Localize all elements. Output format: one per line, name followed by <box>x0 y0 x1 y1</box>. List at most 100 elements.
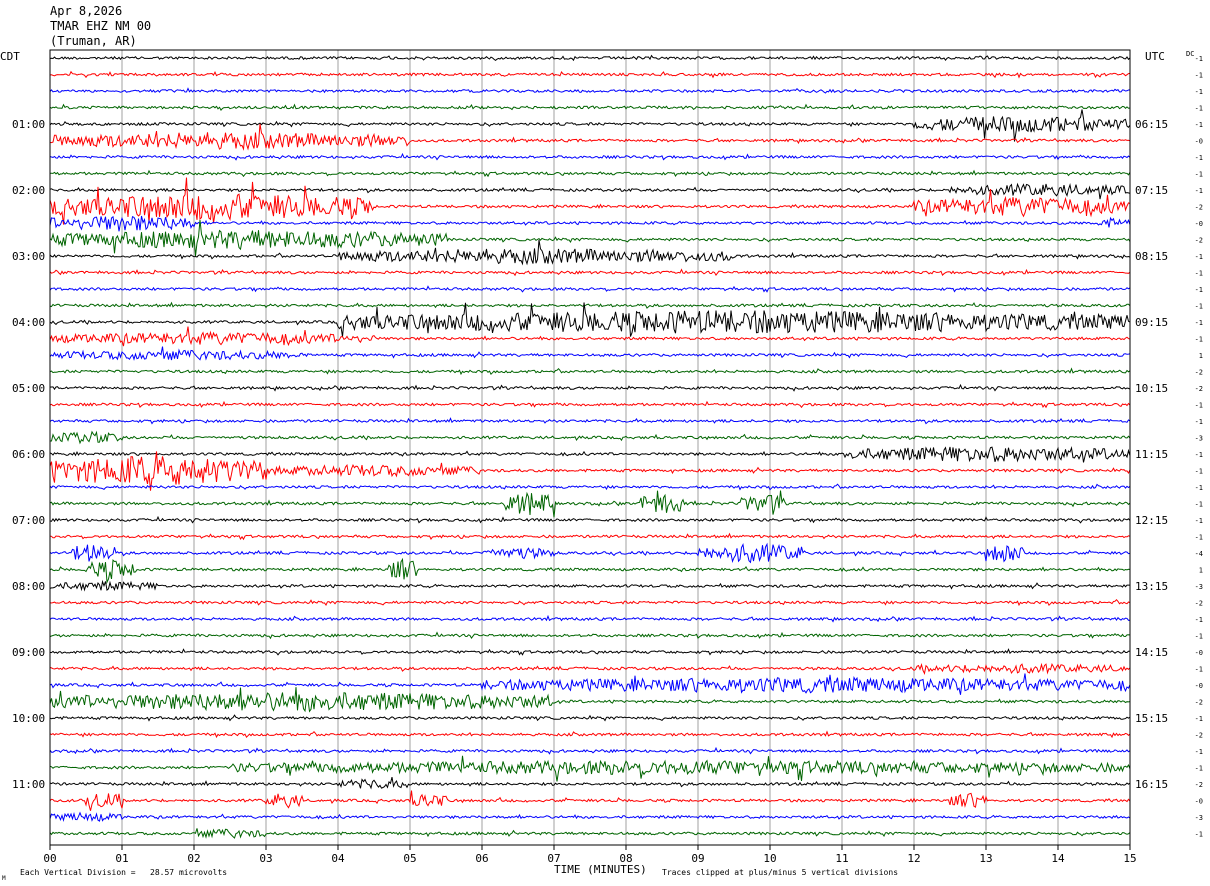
dc-offset-label: -2 <box>1195 732 1203 740</box>
dc-offset-label: -0 <box>1195 682 1203 690</box>
dc-offset-label: -2 <box>1195 600 1203 608</box>
trace-line <box>49 631 1131 640</box>
dc-offset-label: -1 <box>1195 319 1203 327</box>
x-tick-label: 00 <box>43 852 56 865</box>
left-time-label: 07:00 <box>12 514 45 527</box>
trace-line <box>49 301 1131 309</box>
dc-offset-label: -1 <box>1195 88 1203 96</box>
x-tick-label: 02 <box>187 852 200 865</box>
trace-line <box>49 417 1131 425</box>
trace-line <box>49 483 1131 491</box>
dc-offset-label: -1 <box>1195 633 1203 641</box>
dc-offset-label: -1 <box>1195 286 1203 294</box>
trace-line <box>49 446 1131 463</box>
clip-note: Traces clipped at plus/minus 5 vertical … <box>662 868 898 877</box>
corner-mark: M <box>2 875 6 882</box>
trace-line <box>49 215 1131 232</box>
plot-frame <box>49 49 1131 846</box>
dc-offset-label: -1 <box>1195 154 1203 162</box>
trace-line <box>49 515 1131 524</box>
trace-line <box>49 662 1131 675</box>
trace-line <box>49 109 1131 142</box>
dc-offset-label: -1 <box>1195 517 1203 525</box>
trace-line <box>49 598 1131 607</box>
trace-line <box>49 383 1131 392</box>
trace-line <box>49 755 1131 782</box>
trace-line <box>49 54 1131 62</box>
right-time-label: 14:15 <box>1135 646 1168 659</box>
x-tick-label: 11 <box>835 852 848 865</box>
x-tick-label: 10 <box>763 852 776 865</box>
left-time-label: 11:00 <box>12 778 45 791</box>
right-time-labels: 06:15 07:15 08:15 09:15 10:15 11:15 12:15 13:15… <box>1135 118 1168 791</box>
dc-offset-label: -2 <box>1195 369 1203 377</box>
trace-line <box>50 430 1131 445</box>
dc-offset-label: -1 <box>1195 616 1203 624</box>
scale-note: Each Vertical Division = 28.57 microvolt… <box>20 868 227 877</box>
trace-line <box>49 542 1131 564</box>
dc-offset-label: -1 <box>1195 765 1203 773</box>
trace-line <box>49 648 1131 656</box>
dc-offset-label: -4 <box>1195 550 1203 558</box>
trace-line <box>49 346 1131 361</box>
trace-line <box>49 746 1131 755</box>
helicorder-plot: 01:00 02:00 03:00 04:00 05:00 06:00 07:00 08:00… <box>0 49 1203 882</box>
left-time-label: 10:00 <box>12 712 45 725</box>
dc-offset-label: -0 <box>1195 138 1203 146</box>
left-time-label: 02:00 <box>12 184 45 197</box>
dc-offset-label: -3 <box>1195 435 1203 443</box>
dc-offset-label: -1 <box>1195 468 1203 476</box>
trace-line <box>49 490 1131 518</box>
dc-column-label: DC <box>1186 50 1194 58</box>
right-time-label: 13:15 <box>1135 580 1168 593</box>
trace-line <box>49 730 1131 739</box>
x-tick-label: 05 <box>403 852 416 865</box>
x-tick-label: 03 <box>259 852 272 865</box>
trace-line <box>49 152 1131 161</box>
trace-line <box>49 532 1131 541</box>
right-time-label: 07:15 <box>1135 184 1168 197</box>
x-tick-label: 06 <box>475 852 488 865</box>
trace-line <box>49 239 1131 266</box>
trace-line <box>49 673 1131 695</box>
dc-offset-label: 1 <box>1199 352 1203 360</box>
dc-offset-label: -1 <box>1195 748 1203 756</box>
left-time-label: 09:00 <box>12 646 45 659</box>
left-time-label: 08:00 <box>12 580 45 593</box>
dc-offset-label: -2 <box>1195 204 1203 212</box>
trace-line <box>49 790 1131 811</box>
right-time-label: 08:15 <box>1135 250 1168 263</box>
trace-line <box>49 285 1131 293</box>
dc-offset-label: -1 <box>1195 418 1203 426</box>
right-time-label: 12:15 <box>1135 514 1168 527</box>
x-tick-label: 01 <box>115 852 128 865</box>
dc-offset-label: -0 <box>1195 798 1203 806</box>
x-tick-label: 12 <box>907 852 920 865</box>
left-time-label: 05:00 <box>12 382 45 395</box>
dc-offset-label: 1 <box>1199 567 1203 575</box>
left-time-label: 06:00 <box>12 448 45 461</box>
x-tick-label: 14 <box>1051 852 1065 865</box>
trace-line <box>49 182 1131 200</box>
seismic-traces <box>49 54 1131 839</box>
x-tick-label: 04 <box>331 852 345 865</box>
dc-offset-label: -1 <box>1195 534 1203 542</box>
dc-offset-label: -1 <box>1195 402 1203 410</box>
right-time-label: 09:15 <box>1135 316 1168 329</box>
x-tick-label: 13 <box>979 852 992 865</box>
right-time-label: 11:15 <box>1135 448 1168 461</box>
trace-line <box>49 302 1131 337</box>
dc-offset-label: -1 <box>1195 187 1203 195</box>
minute-gridlines <box>121 50 1059 845</box>
trace-line <box>49 714 1131 722</box>
right-time-label: 10:15 <box>1135 382 1168 395</box>
right-timezone-label: UTC <box>1145 50 1165 63</box>
left-time-label: 01:00 <box>12 118 45 131</box>
trace-line <box>49 268 1131 277</box>
trace-line <box>49 367 1131 376</box>
right-time-label: 06:15 <box>1135 118 1168 131</box>
dc-offset-label: -1 <box>1195 336 1203 344</box>
trace-line <box>49 557 1131 585</box>
dc-offset-label: -1 <box>1195 451 1203 459</box>
x-axis-ticks: 00 01 02 03 04 05 06 07 08 09 10 11 12 13 14 15 <box>43 845 1137 865</box>
